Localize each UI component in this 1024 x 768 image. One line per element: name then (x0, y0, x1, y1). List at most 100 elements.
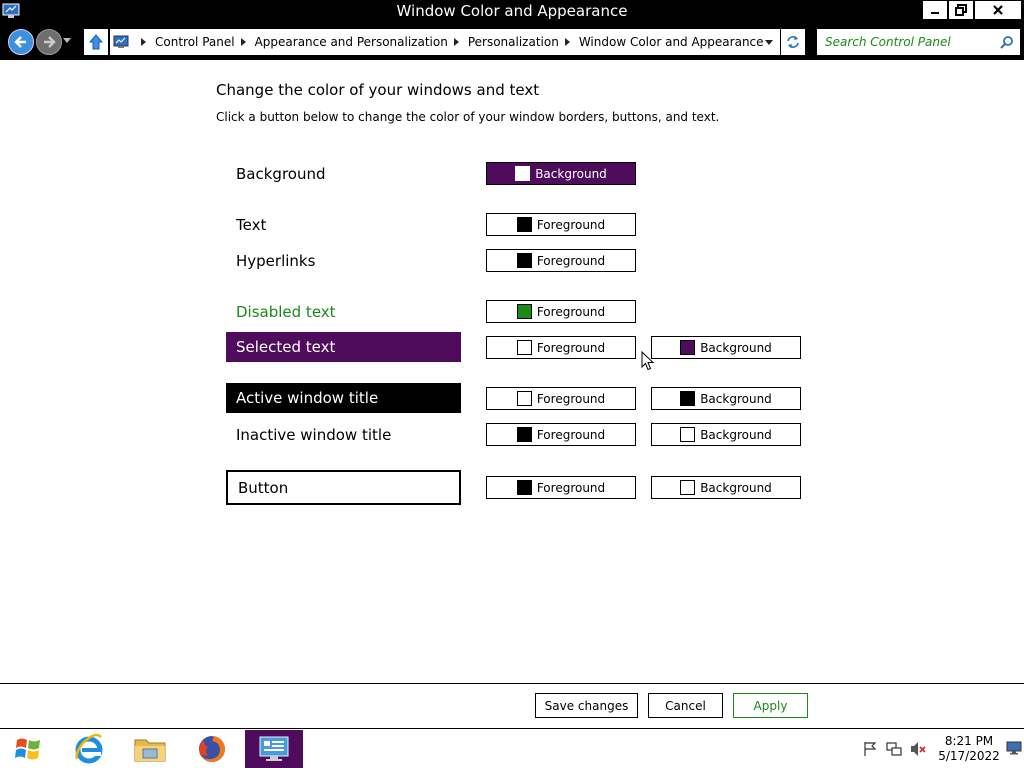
label-text: Text (236, 216, 267, 234)
breadcrumb-window-color-and-appearance[interactable]: Window Color and Appearance (579, 35, 764, 49)
restore-button[interactable] (948, 0, 974, 20)
label-active-window-title: Active window title (226, 383, 461, 413)
selected-text-foreground-button[interactable]: Foreground (486, 336, 636, 359)
cancel-button[interactable]: Cancel (648, 693, 723, 718)
label-inactive-window-title: Inactive window title (236, 426, 392, 444)
clock-time: 8:21 PM (944, 734, 994, 748)
mouse-cursor-icon (641, 351, 655, 371)
forward-button[interactable] (36, 29, 62, 55)
footer-divider (0, 683, 1024, 684)
page-heading: Change the color of your windows and tex… (216, 81, 540, 99)
arrow-left-icon (14, 36, 26, 48)
taskbar: 8:21 PM 5/17/2022 (0, 728, 1024, 768)
button-label: Background (700, 427, 772, 442)
color-swatch (680, 391, 696, 406)
button-label: Foreground (536, 480, 606, 495)
button-label: Foreground (536, 217, 606, 232)
action-center-flag-icon[interactable] (862, 741, 878, 757)
up-button[interactable] (84, 29, 108, 55)
network-icon[interactable] (886, 741, 902, 757)
taskbar-clock[interactable]: 8:21 PM 5/17/2022 (936, 734, 1002, 764)
text-foreground-button[interactable]: Foreground (486, 213, 636, 236)
minimize-icon (931, 12, 939, 14)
breadcrumb-appearance-and-personalization[interactable]: Appearance and Personalization (255, 35, 448, 49)
search-input[interactable] (825, 35, 1000, 49)
label-hyperlinks: Hyperlinks (236, 252, 316, 270)
windows-logo-icon (15, 738, 40, 760)
breadcrumb-separator[interactable] (141, 38, 146, 46)
background-background-button[interactable]: Background (486, 162, 636, 185)
search-icon[interactable] (1000, 35, 1014, 49)
hyperlinks-foreground-button[interactable]: Foreground (486, 249, 636, 272)
breadcrumb-personalization[interactable]: Personalization (468, 35, 559, 49)
label-selected-text: Selected text (226, 332, 461, 362)
inactive-title-background-button[interactable]: Background (651, 423, 801, 446)
color-swatch (516, 391, 532, 406)
color-swatch (516, 304, 532, 319)
page-subheading: Click a button below to change the color… (216, 110, 720, 124)
button-foreground-button[interactable]: Foreground (486, 476, 636, 499)
label-background: Background (236, 165, 326, 183)
close-button[interactable] (974, 0, 1022, 20)
button-label: Foreground (536, 340, 606, 355)
active-title-foreground-button[interactable]: Foreground (486, 387, 636, 410)
color-swatch (516, 253, 532, 268)
button-label: Background (700, 480, 772, 495)
button-background-button[interactable]: Background (651, 476, 801, 499)
breadcrumb-control-panel[interactable]: Control Panel (155, 35, 235, 49)
color-swatch (680, 340, 696, 355)
color-swatch (516, 217, 532, 232)
arrow-right-icon (44, 36, 56, 48)
selected-text-background-button[interactable]: Background (651, 336, 801, 359)
start-button[interactable] (0, 730, 58, 768)
color-swatch (516, 480, 532, 495)
clock-date: 5/17/2022 (938, 749, 1000, 763)
taskbar-firefox[interactable] (183, 730, 241, 768)
button-label: Background (700, 340, 772, 355)
internet-explorer-icon (75, 733, 103, 764)
color-swatch (516, 427, 532, 442)
navigation-bar: Control Panel Appearance and Personaliza… (0, 24, 1024, 60)
label-button-sample: Button (226, 470, 461, 505)
back-button[interactable] (8, 29, 34, 55)
volume-muted-icon[interactable] (910, 741, 926, 757)
restore-icon (955, 4, 967, 16)
breadcrumb-separator[interactable] (564, 38, 570, 46)
button-label: Foreground (536, 391, 606, 406)
apply-button[interactable]: Apply (733, 693, 808, 718)
firefox-icon (199, 736, 225, 762)
refresh-icon (787, 36, 799, 48)
button-label: Background (535, 166, 607, 181)
address-bar[interactable]: Control Panel Appearance and Personaliza… (110, 29, 780, 55)
refresh-button[interactable] (781, 29, 805, 55)
address-history-dropdown[interactable] (765, 40, 773, 45)
label-disabled-text: Disabled text (236, 303, 336, 321)
color-swatch (516, 340, 532, 355)
control-panel-icon (113, 35, 129, 48)
inactive-title-foreground-button[interactable]: Foreground (486, 423, 636, 446)
file-explorer-icon (134, 739, 166, 762)
breadcrumb-separator[interactable] (240, 38, 246, 46)
taskbar-internet-explorer[interactable] (60, 730, 118, 768)
arrow-up-icon (88, 34, 104, 50)
color-swatch (680, 427, 696, 442)
title-bar: Window Color and Appearance (0, 0, 1024, 24)
disabled-text-foreground-button[interactable]: Foreground (486, 300, 636, 323)
window-title: Window Color and Appearance (396, 2, 628, 20)
save-changes-button[interactable]: Save changes (535, 693, 638, 718)
color-swatch (515, 166, 531, 181)
minimize-button[interactable] (922, 0, 948, 20)
recent-pages-dropdown[interactable] (63, 38, 71, 43)
button-label: Foreground (536, 304, 606, 319)
close-icon (993, 5, 1003, 15)
show-desktop-icon[interactable] (1006, 741, 1022, 755)
active-title-background-button[interactable]: Background (651, 387, 801, 410)
taskbar-file-explorer[interactable] (121, 730, 179, 768)
button-label: Background (700, 391, 772, 406)
search-box[interactable] (817, 29, 1020, 55)
color-swatch (680, 480, 696, 495)
breadcrumb-separator[interactable] (453, 38, 459, 46)
button-label: Foreground (536, 253, 606, 268)
control-panel-icon (259, 736, 289, 761)
taskbar-control-panel[interactable] (245, 730, 303, 768)
